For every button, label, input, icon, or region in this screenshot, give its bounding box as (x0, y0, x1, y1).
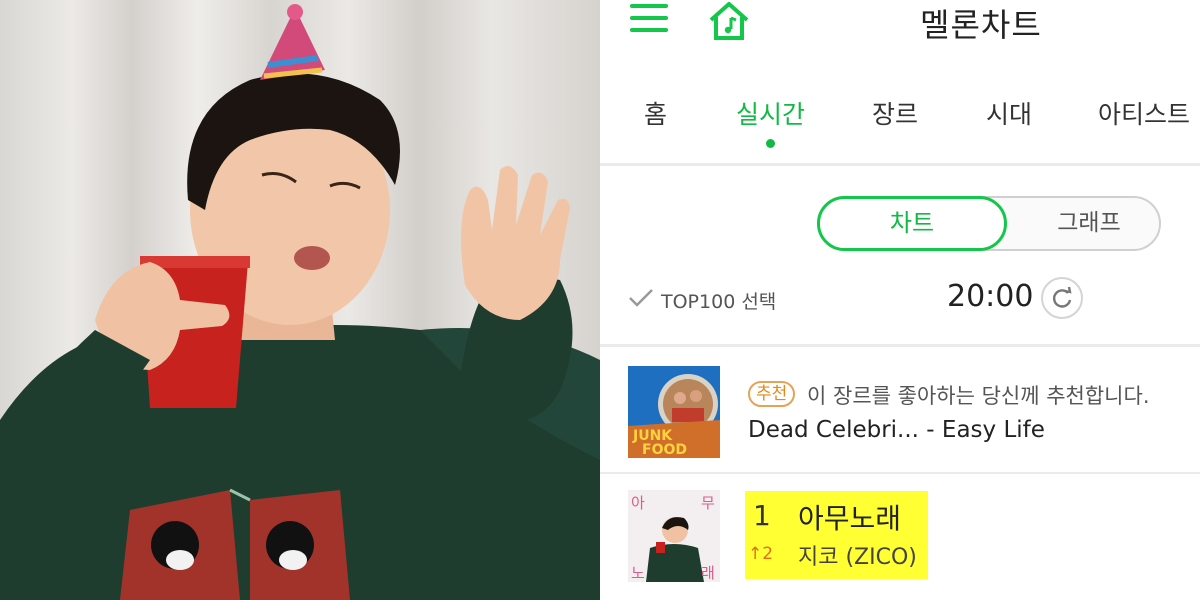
refresh-icon (1053, 286, 1072, 308)
view-toggle: 차트 그래프 (817, 196, 1161, 251)
hamburger-menu-icon[interactable] (630, 4, 668, 34)
album-art-lettering: 아 (631, 494, 645, 512)
rank-change: ↑2 (748, 544, 774, 564)
artist-photo (0, 0, 600, 600)
refresh-button[interactable] (1041, 277, 1083, 319)
tab-artist[interactable]: 아티스트 (1098, 95, 1190, 131)
recommendation-row[interactable]: JUNK FOOD 추천 이 장르를 좋아하는 당신께 추천합니다. Dead … (600, 347, 1200, 472)
melon-chart-app: 멜론차트 홈 실시간 장르 시대 아티스트 차트 그래프 TOP100 선택 2… (600, 0, 1200, 600)
top-bar: 멜론차트 (600, 0, 1200, 44)
album-art-lettering: FOOD (642, 442, 687, 458)
album-art-junk-food[interactable]: JUNK FOOD (628, 366, 720, 458)
recommend-text: 이 장르를 좋아하는 당신께 추천합니다. (807, 384, 1150, 408)
recommend-badge: 추천 (748, 381, 796, 407)
song-title[interactable]: 아무노래 (798, 497, 901, 537)
song-artist[interactable]: 지코 (ZICO) (798, 539, 917, 571)
chart-view-button[interactable]: 차트 (817, 196, 1007, 251)
chart-tabs: 홈 실시간 장르 시대 아티스트 (600, 95, 1200, 155)
active-tab-indicator (766, 139, 775, 148)
album-art-lettering: 무 (701, 494, 715, 512)
chart-rank: 1 (753, 499, 771, 532)
page-title: 멜론차트 (920, 6, 1042, 44)
album-art-lettering: 노 (631, 564, 645, 582)
tab-home[interactable]: 홈 (644, 95, 667, 131)
top100-label: TOP100 선택 (661, 291, 777, 313)
music-home-icon[interactable] (705, 0, 753, 40)
album-art-lettering: 래 (701, 564, 715, 582)
chart-time: 20:00 (947, 279, 1034, 314)
tab-genre[interactable]: 장르 (872, 95, 918, 131)
divider (600, 163, 1200, 166)
tab-era[interactable]: 시대 (986, 95, 1032, 131)
chart-list-item[interactable]: 아 무 노 래 1 ↑2 아무노래 지코 (ZICO) (600, 474, 1200, 600)
check-icon (629, 289, 653, 307)
recommended-song[interactable]: Dead Celebri... - Easy Life (748, 417, 1045, 443)
artist-photo-illustration (0, 4, 600, 600)
tab-realtime[interactable]: 실시간 (736, 95, 805, 131)
album-art-amunorae[interactable]: 아 무 노 래 (628, 490, 720, 582)
graph-view-button[interactable]: 그래프 (1029, 198, 1149, 249)
